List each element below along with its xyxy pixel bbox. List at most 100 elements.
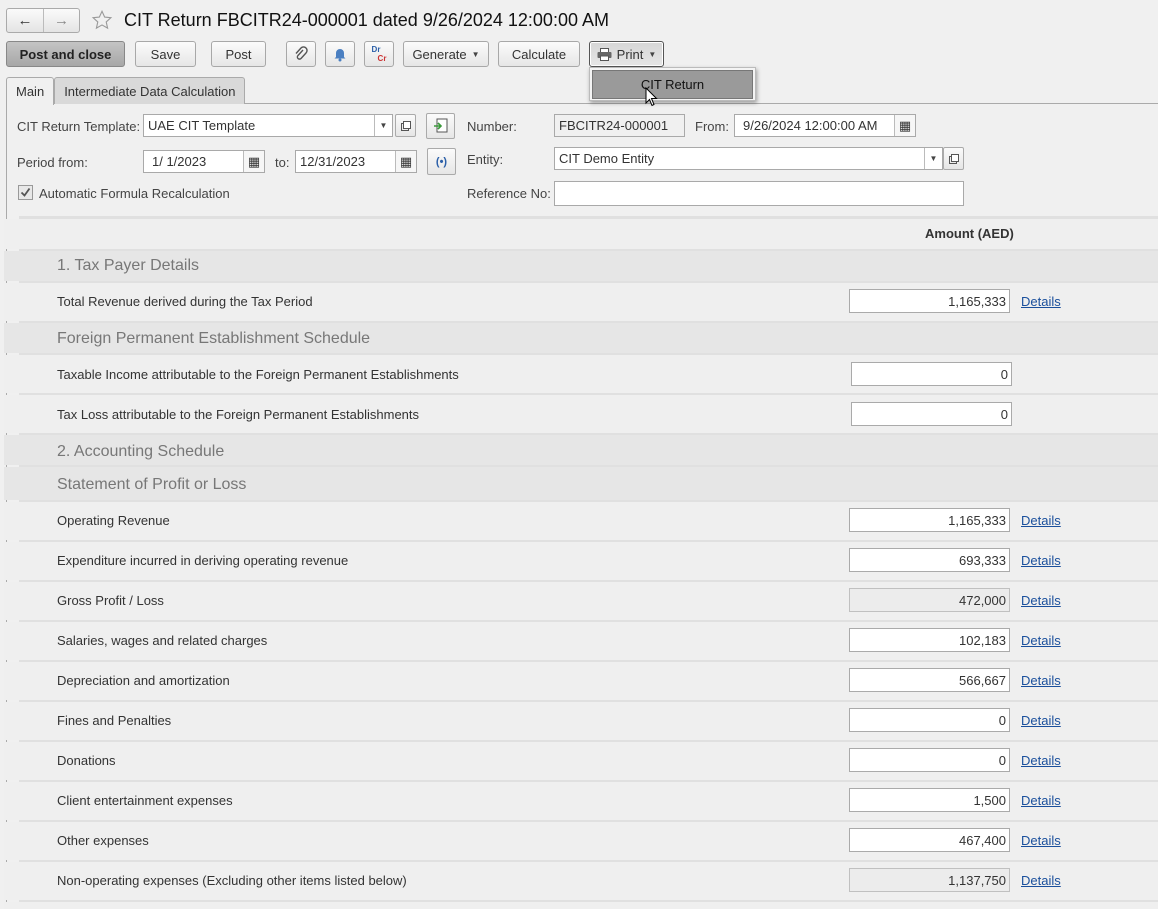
- generate-dropdown-button[interactable]: Generate ▼: [403, 41, 489, 67]
- back-button[interactable]: ←: [7, 9, 43, 32]
- tab-main[interactable]: Main: [6, 77, 55, 105]
- gross-profit-amount: 472,000: [849, 588, 1010, 612]
- details-link[interactable]: Details: [1021, 833, 1061, 848]
- from-date-field[interactable]: 9/26/2024 12:00:00 AM ▦: [734, 114, 916, 137]
- row-label: Donations: [57, 753, 116, 768]
- non-operating-amount: 1,137,750: [849, 868, 1010, 892]
- checkmark-icon: [20, 187, 31, 197]
- fines-amount[interactable]: 0: [849, 708, 1010, 732]
- depreciation-amount[interactable]: 566,667: [849, 668, 1010, 692]
- row-label: Non-operating expenses (Excluding other …: [57, 873, 407, 888]
- details-link[interactable]: Details: [1021, 673, 1061, 688]
- details-link[interactable]: Details: [1021, 873, 1061, 888]
- external-link-icon: [948, 153, 959, 164]
- table-row: [4, 902, 1158, 909]
- row-label: Taxable Income attributable to the Forei…: [57, 367, 459, 382]
- period-to-field[interactable]: 12/31/2023 ▦: [295, 150, 417, 173]
- paperclip-icon: [295, 46, 308, 60]
- operating-revenue-amount[interactable]: 1,165,333: [849, 508, 1010, 532]
- row-label: Other expenses: [57, 833, 149, 848]
- amount-column-header: Amount (AED): [925, 226, 1014, 241]
- print-label: Print: [616, 46, 644, 62]
- number-label: Number:: [467, 119, 517, 134]
- mouse-cursor-icon: [645, 87, 658, 107]
- attach-button[interactable]: [286, 41, 316, 67]
- calculate-button[interactable]: Calculate: [498, 41, 580, 67]
- template-label: CIT Return Template:: [17, 119, 141, 134]
- recalculate-button[interactable]: (•): [427, 148, 456, 175]
- print-menu-item-cit-return[interactable]: CIT Return: [592, 70, 753, 99]
- section-accounting-schedule: 2. Accounting Schedule: [57, 443, 225, 460]
- calendar-icon[interactable]: ▦: [395, 151, 416, 172]
- bell-icon: [334, 49, 346, 62]
- row-label: Tax Loss attributable to the Foreign Per…: [57, 407, 420, 422]
- nav-group: ← →: [6, 7, 80, 33]
- row-label: Operating Revenue: [57, 513, 170, 528]
- donations-amount[interactable]: 0: [849, 748, 1010, 772]
- printer-icon: [597, 47, 612, 61]
- forward-button[interactable]: →: [43, 8, 79, 32]
- details-link[interactable]: Details: [1021, 513, 1061, 528]
- reference-field[interactable]: [554, 181, 964, 206]
- from-date-value: 9/26/2024 12:00:00 AM: [743, 118, 878, 133]
- entity-selector[interactable]: CIT Demo Entity ▼: [554, 147, 943, 170]
- entertainment-amount[interactable]: 1,500: [849, 788, 1010, 812]
- arrow-right-icon: →: [54, 11, 69, 29]
- details-link[interactable]: Details: [1021, 633, 1061, 648]
- favorite-star-icon[interactable]: [90, 8, 114, 32]
- chevron-down-icon: ▼: [648, 49, 657, 59]
- details-link[interactable]: Details: [1021, 593, 1061, 608]
- broadcast-icon: (•): [435, 155, 448, 168]
- load-template-button[interactable]: [426, 113, 455, 139]
- row-label: Total Revenue derived during the Tax Per…: [57, 294, 313, 309]
- details-link[interactable]: Details: [1021, 753, 1061, 768]
- print-dropdown-button[interactable]: Print ▼: [589, 41, 664, 67]
- calendar-icon[interactable]: ▦: [894, 115, 915, 136]
- details-link[interactable]: Details: [1021, 294, 1061, 309]
- auto-recalc-label: Automatic Formula Recalculation: [39, 186, 230, 201]
- page-title: CIT Return FBCITR24-000001 dated 9/26/20…: [124, 9, 609, 30]
- print-menu: CIT Return: [589, 67, 756, 101]
- open-template-button[interactable]: [395, 114, 416, 137]
- expenditure-amount[interactable]: 693,333: [849, 548, 1010, 572]
- post-button[interactable]: Post: [211, 41, 266, 67]
- template-value: UAE CIT Template: [148, 118, 256, 133]
- calendar-icon[interactable]: ▦: [243, 151, 264, 172]
- row-label: Salaries, wages and related charges: [57, 633, 268, 648]
- template-selector[interactable]: UAE CIT Template ▼: [143, 114, 393, 137]
- open-entity-button[interactable]: [943, 147, 964, 170]
- notification-button[interactable]: [325, 41, 355, 67]
- post-and-close-button[interactable]: Post and close: [6, 41, 125, 67]
- details-link[interactable]: Details: [1021, 713, 1061, 728]
- title-bar: ← → CIT Return FBCITR24-000001 dated 9/2…: [6, 6, 609, 34]
- total-revenue-amount[interactable]: 1,165,333: [849, 289, 1010, 313]
- row-label: Client entertainment expenses: [57, 793, 233, 808]
- row-label: Gross Profit / Loss: [57, 593, 164, 608]
- chevron-down-icon[interactable]: ▼: [924, 148, 942, 169]
- details-link[interactable]: Details: [1021, 793, 1061, 808]
- save-button[interactable]: Save: [135, 41, 196, 67]
- tab-intermediate-data-calculation[interactable]: Intermediate Data Calculation: [54, 77, 246, 104]
- period-from-field[interactable]: 1/ 1/2023 ▦: [143, 150, 265, 173]
- chevron-down-icon: ▼: [471, 49, 480, 59]
- section-foreign-pe-schedule: Foreign Permanent Establishment Schedule: [57, 330, 371, 347]
- taxable-income-fpe-amount[interactable]: 0: [851, 362, 1012, 386]
- row-label: Expenditure incurred in deriving operati…: [57, 553, 349, 568]
- to-label: to:: [275, 155, 290, 170]
- auto-recalc-checkbox[interactable]: [18, 185, 33, 200]
- cr-label: Cr: [377, 54, 387, 63]
- number-field[interactable]: FBCITR24-000001: [554, 114, 685, 137]
- section-profit-or-loss: Statement of Profit or Loss: [57, 476, 247, 493]
- chevron-down-icon[interactable]: ▼: [374, 115, 392, 136]
- period-from-label: Period from:: [17, 155, 88, 170]
- details-link[interactable]: Details: [1021, 553, 1061, 568]
- entity-value: CIT Demo Entity: [559, 151, 655, 166]
- salaries-amount[interactable]: 102,183: [849, 628, 1010, 652]
- dr-cr-button[interactable]: Dr Cr: [364, 41, 394, 67]
- from-label: From:: [695, 119, 729, 134]
- tax-loss-fpe-amount[interactable]: 0: [851, 402, 1012, 426]
- arrow-left-icon: ←: [17, 11, 33, 29]
- reference-label: Reference No:: [467, 186, 551, 201]
- dr-label: Dr: [371, 45, 381, 54]
- other-expenses-amount[interactable]: 467,400: [849, 828, 1010, 852]
